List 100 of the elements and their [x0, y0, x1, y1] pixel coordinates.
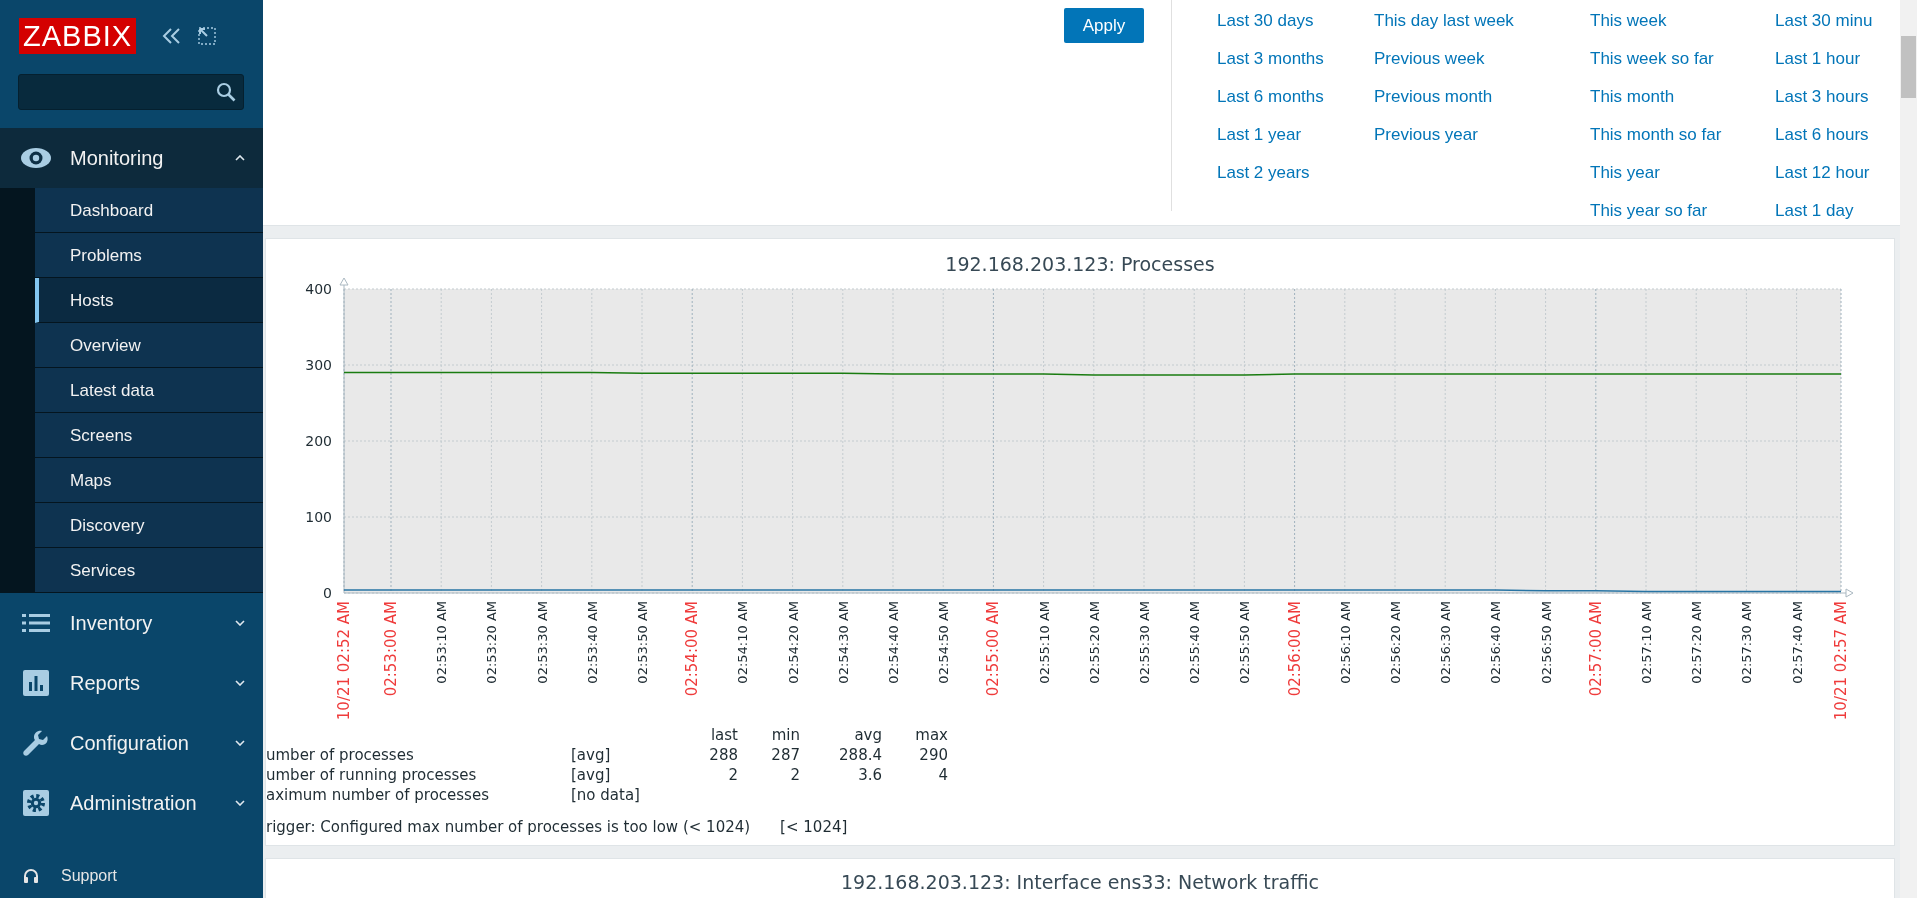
graph-title: 192.168.203.123: Interface ens33: Network traffic [839, 870, 1321, 893]
support-link[interactable]: Support [61, 867, 118, 885]
x-axis-label: 02:55:10 AM [1036, 601, 1052, 684]
legend-function: [avg] [571, 745, 612, 765]
time-range-link[interactable]: This month [1590, 78, 1775, 116]
time-range-link[interactable]: Previous month [1374, 78, 1590, 116]
x-axis-label: 02:57:30 AM [1739, 601, 1755, 684]
x-axis-label: 02:53:30 AM [534, 601, 550, 684]
chevron-icon [235, 800, 245, 806]
legend-value: 287 [770, 745, 800, 765]
gear-icon [23, 790, 49, 816]
double-chevron-icon[interactable] [162, 27, 183, 45]
search-icon[interactable] [216, 82, 236, 102]
time-range-link[interactable]: Last 6 months [1217, 78, 1374, 116]
time-range-link[interactable]: Last 30 minu [1775, 2, 1900, 40]
time-range-link[interactable]: Last 3 hours [1775, 78, 1900, 116]
chevron-icon [235, 620, 245, 626]
time-range-link[interactable]: This year so far [1590, 192, 1775, 230]
menu-item[interactable]: Monitoring [0, 128, 263, 188]
menu-item[interactable]: Configuration [0, 713, 263, 773]
x-axis-label: 02:57:10 AM [1639, 601, 1654, 684]
time-range-link[interactable]: Last 1 day [1775, 192, 1900, 230]
time-range-link[interactable]: Previous week [1374, 40, 1590, 78]
submenu-item[interactable]: Dashboard [35, 188, 263, 233]
x-axis-label: 02:56:30 AM [1438, 601, 1454, 684]
time-range-link[interactable]: Last 1 year [1217, 116, 1374, 154]
wrench-icon [23, 730, 49, 756]
x-axis-label: 02:56:50 AM [1538, 601, 1554, 684]
x-axis-label: 02:55:30 AM [1137, 601, 1152, 684]
x-axis-label: 02:53:40 AM [584, 601, 600, 684]
y-axis-label: 100 [305, 509, 332, 525]
time-range-link[interactable]: Last 12 hour [1775, 154, 1900, 192]
submenu-item[interactable]: Services [35, 548, 263, 593]
x-axis-label: 02:54:30 AM [835, 601, 851, 684]
list-icon [22, 613, 50, 633]
x-axis-label: 02:56:40 AM [1488, 601, 1504, 684]
legend-value: 290 [918, 745, 948, 765]
legend-header: min [770, 725, 800, 745]
x-axis-label: 02:53:50 AM [635, 601, 650, 684]
legend-value: 288 [708, 745, 738, 765]
submenu-item[interactable]: Maps [35, 458, 263, 503]
trigger-text: rigger: Configured max number of processes is too low (< 1024) [266, 817, 751, 837]
y-axis-label: 300 [305, 357, 332, 373]
x-axis-label: 02:57:40 AM [1789, 601, 1805, 684]
eye-icon [20, 147, 52, 169]
x-axis-label: 10/21 02:57 AM [1832, 601, 1850, 721]
logo[interactable]: ZABBIX [19, 18, 137, 54]
legend-function: [no data] [571, 785, 641, 805]
menu-item[interactable]: Administration [0, 773, 263, 833]
search-field[interactable] [18, 74, 244, 110]
x-axis-label: 02:54:50 AM [936, 601, 952, 684]
trigger-value: [< 1024] [780, 817, 848, 837]
fullscreen-icon[interactable] [198, 27, 217, 45]
legend-item-name: umber of running processes [266, 765, 478, 785]
legend-item-name: aximum number of processes [266, 785, 490, 805]
bar-chart-icon [23, 670, 49, 696]
time-range-link[interactable]: Last 2 years [1217, 154, 1374, 192]
legend-value: 288.4 [838, 745, 882, 765]
time-range-link[interactable]: This week so far [1590, 40, 1775, 78]
time-range-link[interactable]: Previous year [1374, 116, 1590, 154]
time-range-link[interactable]: Last 3 months [1217, 40, 1374, 78]
x-axis-label: 02:54:40 AM [886, 601, 901, 684]
x-axis-label: 02:57:00 AM [1586, 601, 1605, 697]
chevron-icon [235, 680, 245, 686]
legend-value: 2 [727, 765, 738, 785]
x-axis-label: 10/21 02:52 AM [335, 601, 353, 721]
x-axis-label: 02:54:20 AM [785, 601, 801, 684]
x-axis-label: 02:57:20 AM [1689, 601, 1705, 684]
submenu-item[interactable]: Hosts [35, 278, 263, 323]
legend-value: 4 [937, 765, 948, 785]
menu-item[interactable]: Inventory [0, 593, 263, 653]
time-range-link[interactable]: This month so far [1590, 116, 1775, 154]
time-range-link[interactable]: Last 1 hour [1775, 40, 1900, 78]
scrollbar[interactable] [1900, 0, 1917, 898]
legend-value: 3.6 [857, 765, 882, 785]
x-axis-label: 02:56:10 AM [1337, 601, 1353, 684]
chevron-icon [235, 155, 245, 161]
x-axis-label: 02:54:10 AM [735, 601, 751, 684]
submenu-item[interactable]: Discovery [35, 503, 263, 548]
time-range-link[interactable]: Last 6 hours [1775, 116, 1900, 154]
apply-button[interactable]: Apply [1064, 8, 1144, 43]
y-axis-label: 0 [323, 585, 332, 601]
time-range-link[interactable]: This week [1590, 2, 1775, 40]
submenu-item[interactable]: Overview [35, 323, 263, 368]
graph-title: 192.168.203.123: Processes [944, 252, 1216, 275]
legend-value: 2 [789, 765, 800, 785]
y-axis-label: 400 [305, 281, 332, 297]
submenu-item[interactable]: Screens [35, 413, 263, 458]
time-range-link[interactable]: This day last week [1374, 2, 1590, 40]
time-range-link[interactable]: Last 30 days [1217, 2, 1374, 40]
time-range-link[interactable]: This year [1590, 154, 1775, 192]
submenu-item[interactable]: Latest data [35, 368, 263, 413]
menu-item[interactable]: Reports [0, 653, 263, 713]
x-axis-label: 02:53:00 AM [382, 601, 400, 697]
submenu-item[interactable]: Problems [35, 233, 263, 278]
x-axis-label: 02:55:20 AM [1086, 601, 1102, 684]
x-axis-label: 02:54:00 AM [683, 601, 702, 697]
headset-icon [23, 868, 39, 884]
legend-header: avg [853, 725, 882, 745]
x-axis-label: 02:55:40 AM [1187, 601, 1203, 684]
